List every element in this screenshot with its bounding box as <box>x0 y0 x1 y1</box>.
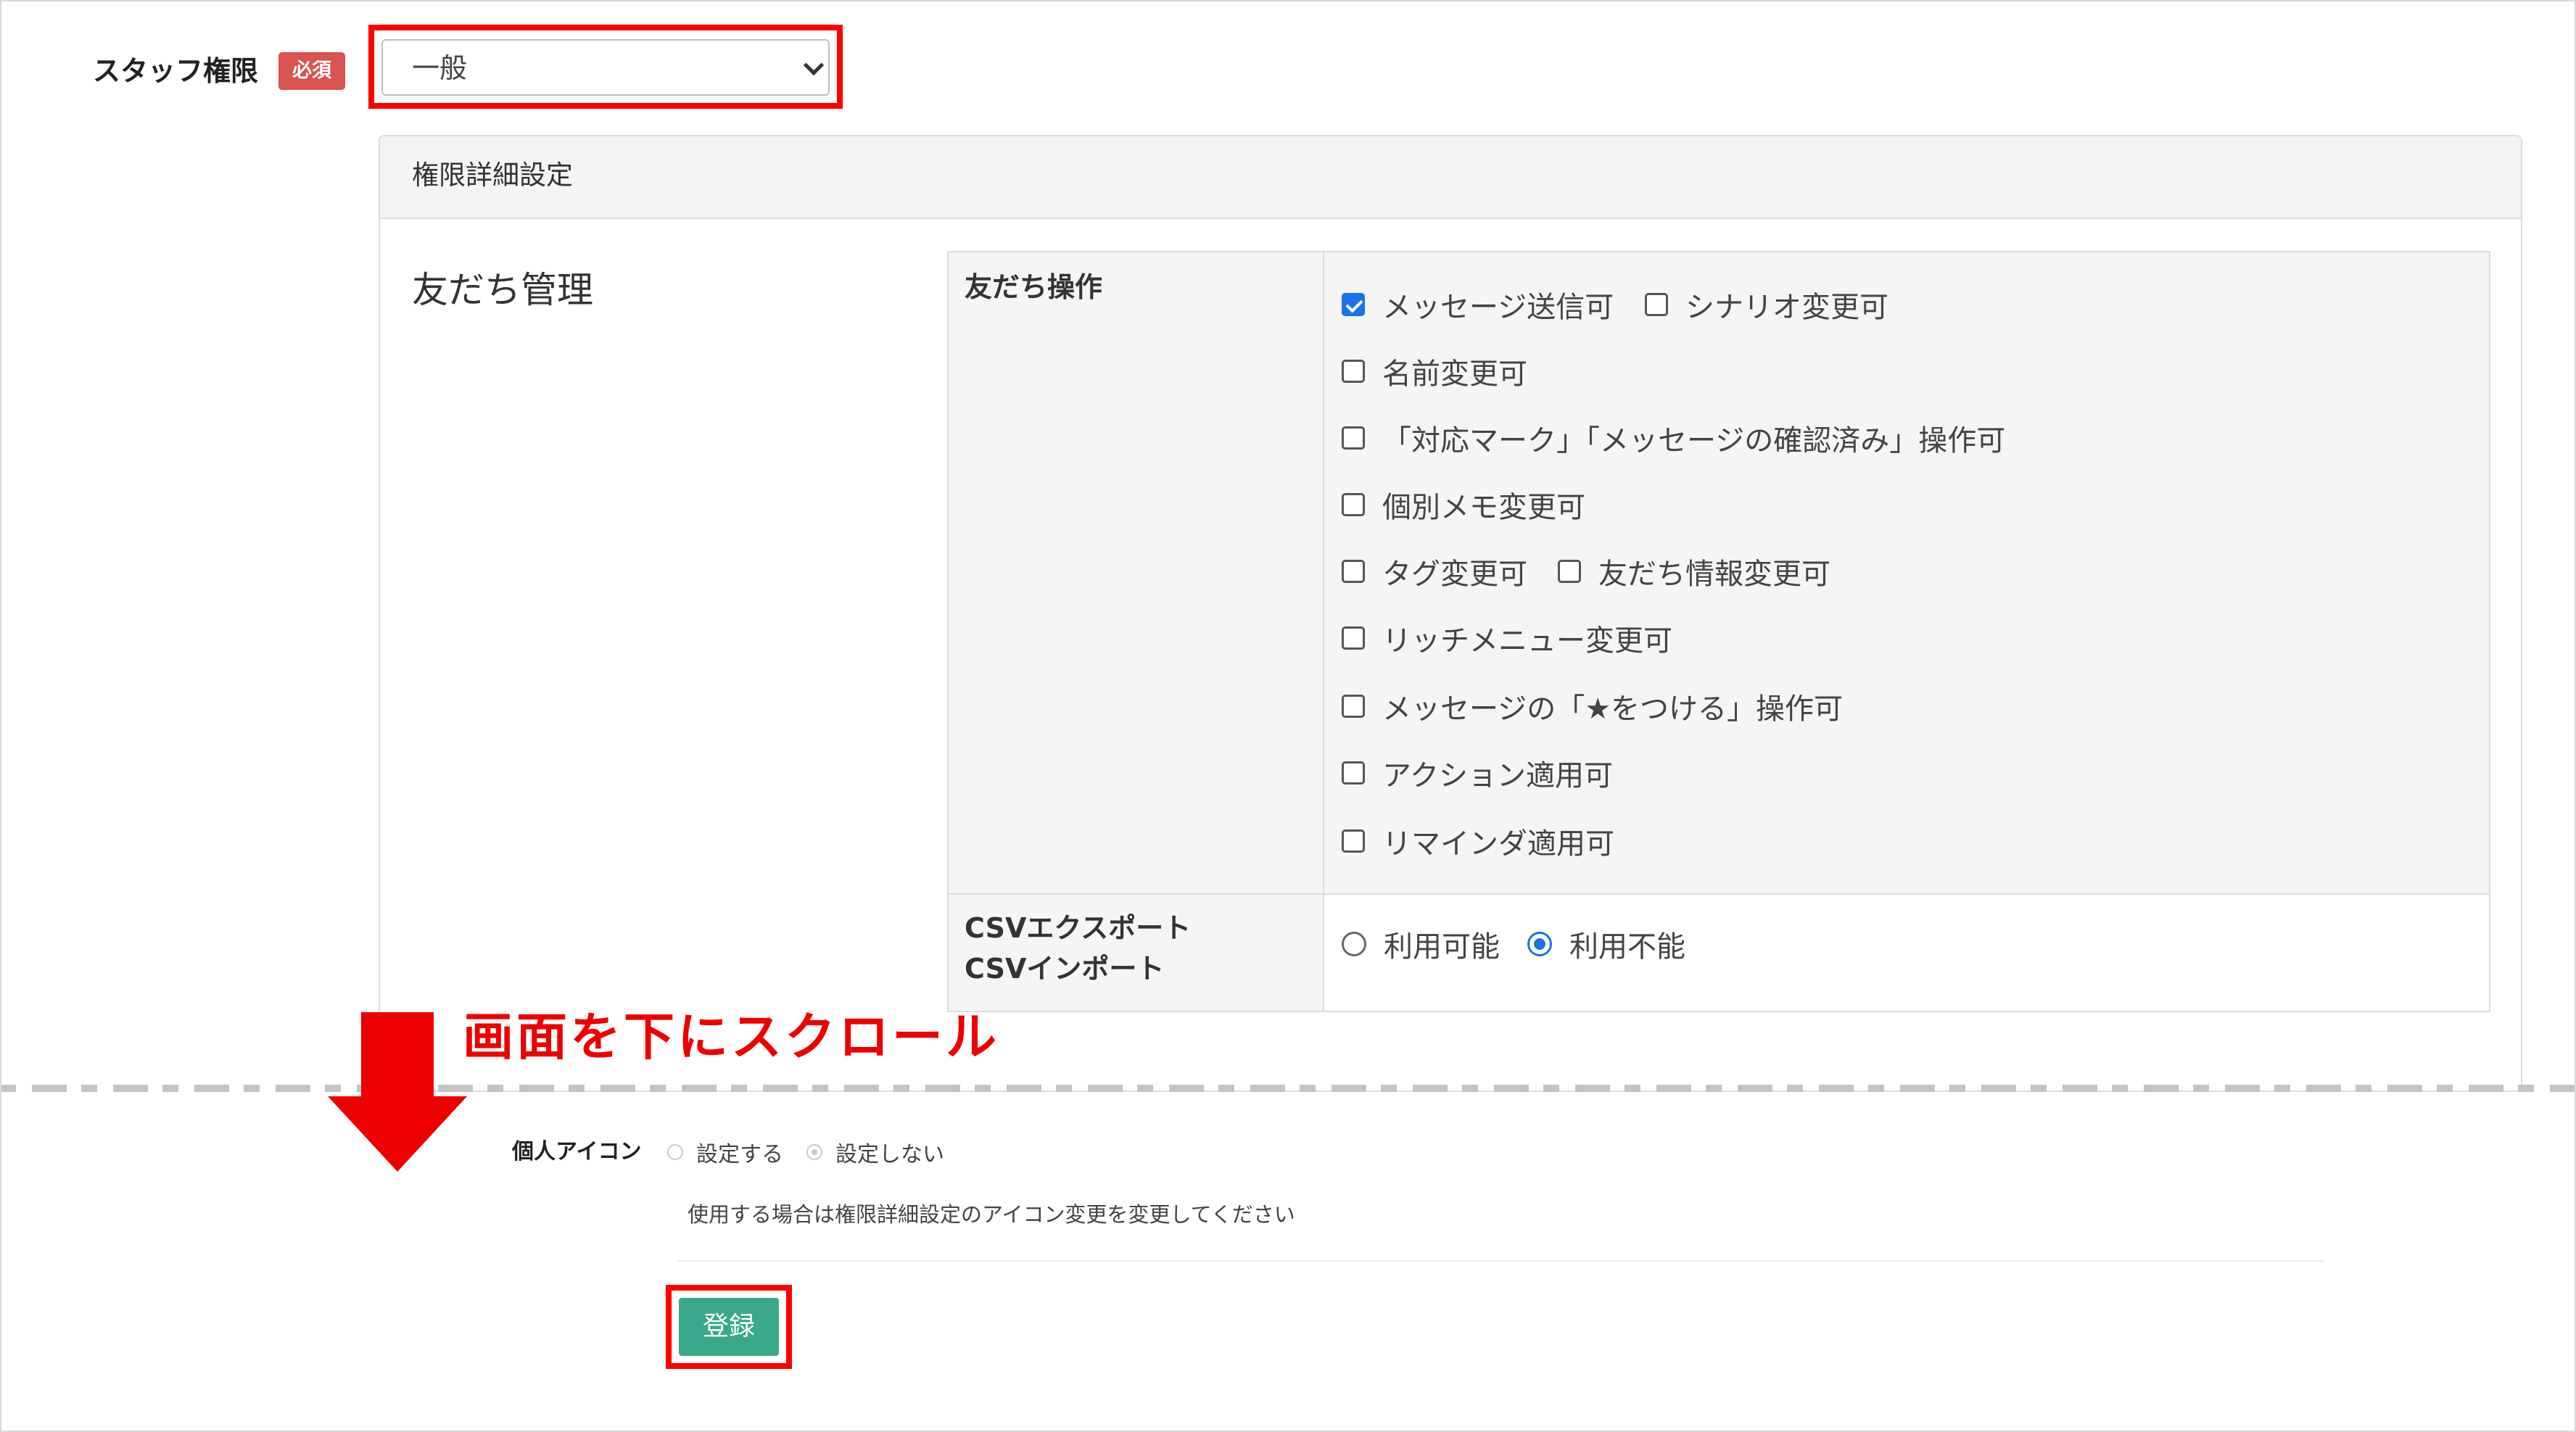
option-change-memo[interactable]: 個別メモ変更可 <box>1342 483 1585 526</box>
checkbox-change-rich-menu[interactable] <box>1342 626 1365 650</box>
csv-export-label: CSVエクスポート <box>965 912 1192 944</box>
staff-permission-page: スタッフ権限 必須 一般 権限詳細設定 友だち管理 友だち操作 メッセージ送信可… <box>0 0 2576 1432</box>
option-csv-unavailable[interactable]: 利用不能 <box>1527 922 1685 966</box>
personal-icon-hint: 使用する場合は権限詳細設定のアイコン変更を変更してください <box>688 1202 1295 1227</box>
down-arrow-icon <box>361 1012 434 1099</box>
personal-icon-label: 個人アイコン <box>512 1139 642 1164</box>
option-star-message[interactable]: メッセージの「★をつける」操作可 <box>1342 684 1843 728</box>
radio-csv-available[interactable] <box>1342 932 1366 956</box>
option-label: 利用不能 <box>1569 930 1685 964</box>
option-icon-set[interactable]: 設定する <box>667 1134 783 1170</box>
option-change-scenario[interactable]: シナリオ変更可 <box>1645 283 1888 326</box>
option-label: シナリオ変更可 <box>1685 291 1888 324</box>
option-label: 利用可能 <box>1384 930 1500 964</box>
checkbox-apply-reminder[interactable] <box>1342 829 1365 853</box>
staff-permission-label: スタッフ権限 <box>93 55 259 87</box>
option-change-name[interactable]: 名前変更可 <box>1342 349 1527 393</box>
friend-ops-label: 友だち操作 <box>965 271 1103 303</box>
checkbox-change-scenario[interactable] <box>1645 293 1668 316</box>
required-badge: 必須 <box>278 52 345 90</box>
option-send-message[interactable]: メッセージ送信可 <box>1342 283 1614 326</box>
option-apply-reminder[interactable]: リマインダ適用可 <box>1342 819 1614 863</box>
checkbox-apply-action[interactable] <box>1342 761 1365 785</box>
down-arrow-head-icon <box>328 1096 467 1172</box>
option-label: メッセージの「★をつける」操作可 <box>1382 692 1844 726</box>
option-label: リマインダ適用可 <box>1382 827 1614 861</box>
table-column-divider <box>1323 252 1324 1011</box>
register-button[interactable]: 登録 <box>679 1298 779 1356</box>
radio-icon-set[interactable] <box>667 1144 683 1160</box>
checkbox-star-message[interactable] <box>1342 695 1365 718</box>
option-label: 「対応マーク」「メッセージの確認済み」操作可 <box>1382 424 2006 458</box>
csv-import-label: CSVインポート <box>965 953 1165 985</box>
option-label: 個別メモ変更可 <box>1382 491 1585 524</box>
radio-csv-unavailable[interactable] <box>1527 932 1552 956</box>
option-change-tag[interactable]: タグ変更可 <box>1342 550 1527 593</box>
option-label: 友だち情報変更可 <box>1598 558 1830 591</box>
table-row-divider <box>949 893 2489 895</box>
permission-detail-header <box>379 135 2522 219</box>
checkbox-change-memo[interactable] <box>1342 493 1365 516</box>
option-csv-available[interactable]: 利用可能 <box>1342 922 1500 966</box>
permission-detail-title: 権限詳細設定 <box>412 160 573 191</box>
option-label: タグ変更可 <box>1382 558 1527 591</box>
checkbox-change-tag[interactable] <box>1342 560 1365 583</box>
checkbox-change-friend-info[interactable] <box>1558 560 1581 583</box>
option-change-rich-menu[interactable]: リッチメニュー変更可 <box>1342 616 1672 660</box>
option-label: 名前変更可 <box>1382 357 1527 391</box>
lower-divider <box>677 1260 2324 1262</box>
option-icon-not-set[interactable]: 設定しない <box>806 1134 944 1170</box>
option-label: メッセージ送信可 <box>1382 291 1614 324</box>
option-label: 設定する <box>696 1142 783 1167</box>
option-apply-action[interactable]: アクション適用可 <box>1342 751 1613 795</box>
checkbox-send-message[interactable] <box>1342 293 1365 316</box>
friend-management-title: 友だち管理 <box>412 269 593 311</box>
option-mark-operation[interactable]: 「対応マーク」「メッセージの確認済み」操作可 <box>1342 416 2005 460</box>
radio-icon-not-set[interactable] <box>806 1144 822 1160</box>
option-label: 設定しない <box>835 1142 944 1167</box>
option-change-friend-info[interactable]: 友だち情報変更可 <box>1558 550 1830 593</box>
permission-table <box>947 251 2490 1012</box>
scroll-instruction: 画面を下にスクロール <box>463 1007 999 1067</box>
option-label: リッチメニュー変更可 <box>1382 624 1672 658</box>
checkbox-mark-operation[interactable] <box>1342 426 1365 450</box>
option-label: アクション適用可 <box>1382 759 1613 792</box>
staff-permission-select-value: 一般 <box>412 52 468 84</box>
checkbox-change-name[interactable] <box>1342 360 1365 383</box>
